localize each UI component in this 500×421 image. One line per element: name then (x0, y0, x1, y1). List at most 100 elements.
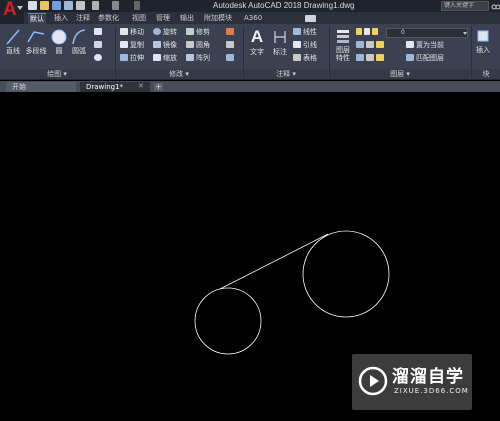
save-icon[interactable] (52, 1, 61, 10)
panel-title-draw[interactable]: 绘图 ▾ (0, 69, 114, 79)
copy-icon (120, 41, 128, 48)
application-menu-button[interactable]: A (0, 0, 24, 24)
dimension-label: 标注 (273, 48, 287, 56)
circle-icon (51, 29, 67, 45)
lightbulb-icon (356, 28, 362, 35)
trim-icon (186, 28, 194, 35)
move-button[interactable]: 移动 (120, 28, 144, 37)
watermark-url: ZIXUE.3D66.COM (394, 387, 469, 395)
mirror-button[interactable]: 镜像 (153, 41, 177, 50)
tab-addins[interactable]: 附加模块 (202, 13, 234, 24)
offset-button[interactable] (226, 54, 236, 63)
layers-icon (337, 30, 349, 43)
text-label: 文字 (250, 48, 264, 56)
array-icon (186, 54, 194, 61)
layer-freeze-icon (376, 41, 384, 48)
tab-insert[interactable]: 插入 (52, 13, 70, 24)
binoculars-icon[interactable] (491, 1, 500, 11)
match-layer-icon (406, 54, 414, 61)
layer-tool-row1[interactable] (356, 41, 386, 50)
tab-home[interactable]: 默认 (28, 13, 46, 24)
panel-title-annotation[interactable]: 注释 ▾ (244, 69, 328, 79)
ellipse-button[interactable] (94, 54, 104, 63)
sun-icon (364, 28, 370, 35)
fillet-icon (186, 41, 194, 48)
layer-dropdown[interactable]: 0 (386, 28, 468, 38)
layer-state-icons[interactable] (356, 28, 380, 37)
autocad-logo-icon: A (3, 0, 17, 20)
undo-icon[interactable] (92, 1, 99, 10)
rectangle-button[interactable] (94, 28, 104, 37)
rotate-button[interactable]: 旋转 (153, 28, 177, 37)
ellipse-icon (94, 54, 102, 61)
tab-a360[interactable]: A360 (242, 13, 264, 24)
arc-label: 圆弧 (72, 47, 86, 55)
match-layer-button[interactable]: 匹配图层 (406, 54, 444, 63)
insert-block-icon (477, 30, 489, 42)
text-icon: A (250, 27, 264, 46)
watermark: 溜溜自学 ZIXUE.3D66.COM (352, 354, 472, 410)
panel-title-block[interactable]: 块 (472, 69, 500, 79)
new-tab-button[interactable]: + (154, 83, 163, 91)
polyline-button[interactable]: 多段线 (23, 28, 49, 56)
tab-output[interactable]: 输出 (178, 13, 196, 24)
leader-icon (293, 41, 301, 48)
fillet-button[interactable]: 圆角 (186, 41, 210, 50)
ribbon-tab-bar: 默认 插入 注释 参数化 视图 管理 输出 附加模块 A360 (24, 12, 500, 24)
close-tab-icon[interactable]: ✕ (138, 82, 144, 90)
scale-button[interactable]: 缩放 (153, 54, 177, 63)
layer-properties-button[interactable]: 图层 特性 (333, 27, 353, 62)
arc-button[interactable]: 圆弧 (70, 28, 88, 56)
play-logo-icon (358, 366, 388, 396)
panel-title-layers[interactable]: 图层 ▾ (330, 69, 470, 79)
array-button[interactable]: 阵列 (186, 54, 210, 63)
quick-access-dropdown-icon[interactable] (134, 1, 140, 10)
tab-start[interactable]: 开始 (6, 82, 76, 92)
scale-icon (153, 54, 161, 61)
search-input[interactable]: 键入关键字 (441, 1, 489, 11)
table-button[interactable]: 表格 (293, 54, 317, 63)
layer-on-icon (366, 54, 374, 61)
small-circle[interactable] (194, 287, 262, 355)
circle-button[interactable]: 圆 (50, 28, 68, 56)
tab-annotate[interactable]: 注释 (74, 13, 92, 24)
set-current-button[interactable]: 置为当前 (406, 41, 444, 50)
save-as-icon[interactable] (64, 1, 73, 10)
layer-unisolate-icon (356, 54, 364, 61)
text-button[interactable]: A 文字 (247, 27, 267, 57)
arc-icon (72, 29, 86, 45)
line-button[interactable]: 直线 (3, 28, 23, 56)
layer-tool-row2[interactable] (356, 54, 386, 63)
chevron-down-icon[interactable] (463, 32, 467, 35)
redo-icon[interactable] (112, 1, 119, 10)
hatch-button[interactable] (94, 41, 104, 50)
copy-button[interactable]: 复制 (120, 41, 144, 50)
hatch-icon (94, 41, 102, 48)
document-tab-bar: 开始 Drawing1* ✕ + (0, 81, 500, 92)
leader-button[interactable]: 引线 (293, 41, 317, 50)
trim-button[interactable]: 修剪 (186, 28, 210, 37)
stretch-button[interactable]: 拉伸 (120, 54, 144, 63)
set-current-icon (406, 41, 414, 48)
erase-button[interactable] (226, 28, 236, 37)
tab-parametric[interactable]: 参数化 (96, 13, 121, 24)
line-label: 直线 (6, 47, 20, 55)
ribbon-display-options-icon[interactable] (305, 15, 316, 22)
open-file-icon[interactable] (40, 1, 49, 10)
tab-view[interactable]: 视图 (130, 13, 148, 24)
large-circle[interactable] (302, 230, 390, 318)
dimension-button[interactable]: 标注 (270, 27, 290, 57)
tab-manage[interactable]: 管理 (154, 13, 172, 24)
explode-button[interactable] (226, 41, 236, 50)
insert-block-button[interactable]: 插入 (473, 27, 493, 55)
new-file-icon[interactable] (28, 1, 37, 10)
mirror-icon (153, 41, 161, 48)
insert-label: 插入 (476, 46, 490, 54)
layer-properties-label: 图层 特性 (336, 46, 350, 62)
linear-dimension-button[interactable]: 线性 (293, 28, 317, 37)
offset-icon (226, 54, 234, 61)
print-icon[interactable] (76, 1, 85, 10)
panel-title-modify[interactable]: 修改 ▾ (116, 69, 242, 79)
layer-off-icon (366, 41, 374, 48)
tangent-line[interactable] (219, 233, 329, 290)
